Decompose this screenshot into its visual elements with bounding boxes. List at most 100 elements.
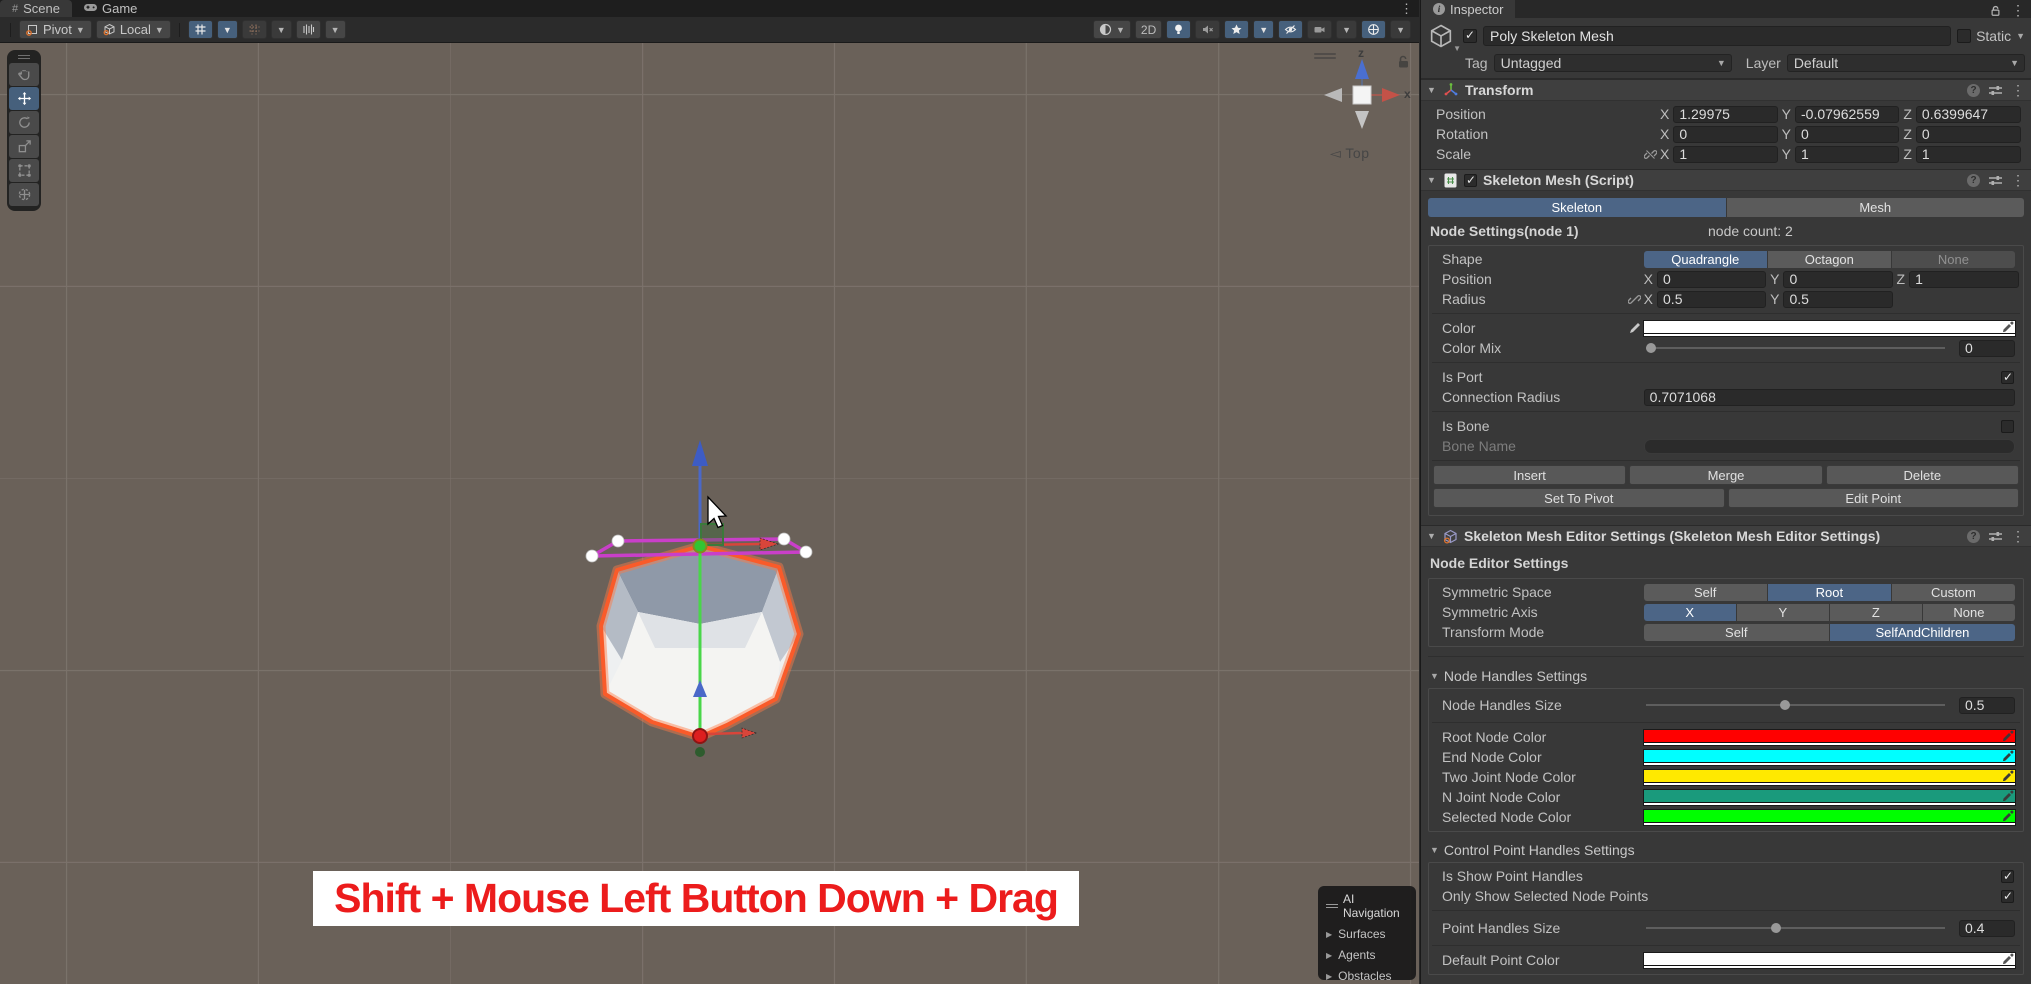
inspector-kebab-icon[interactable]: ⋮ <box>2011 2 2025 19</box>
layer-dropdown[interactable]: Default▼ <box>1787 54 2025 72</box>
editor-settings-header[interactable]: ▼ Skeleton Mesh Editor Settings (Skeleto… <box>1421 525 2031 547</box>
gameobject-active-checkbox[interactable] <box>1463 29 1477 43</box>
radius-y-field[interactable]: 0.5 <box>1783 291 1892 308</box>
node-position-x-field[interactable]: 0 <box>1657 271 1766 288</box>
grid-visibility-dropdown[interactable]: ▼ <box>271 20 292 39</box>
gizmo-view-label[interactable]: ◅ Top <box>1330 145 1370 162</box>
scale-y-field[interactable]: 1 <box>1795 146 1899 163</box>
help-icon[interactable]: ? <box>1967 530 1980 543</box>
static-checkbox[interactable] <box>1957 29 1971 43</box>
audio-toggle[interactable] <box>1195 20 1220 39</box>
tab-scene[interactable]: # Scene <box>0 0 72 17</box>
symmetric-axis-x-button[interactable]: X <box>1644 604 1736 621</box>
default-point-color-field[interactable] <box>1644 953 2015 968</box>
symmetric-axis-z-button[interactable]: Z <box>1830 604 1922 621</box>
eyedropper-icon[interactable] <box>2002 730 2014 743</box>
grid-snap-toggle[interactable] <box>188 20 213 39</box>
gameobject-name-field[interactable]: Poly Skeleton Mesh <box>1483 26 1951 46</box>
selected-node-color-field[interactable] <box>1644 810 2015 825</box>
help-icon[interactable]: ? <box>1967 84 1980 97</box>
is-bone-checkbox[interactable] <box>2001 420 2014 433</box>
symmetric-space-custom-button[interactable]: Custom <box>1892 584 2015 601</box>
gizmos-toggle[interactable] <box>1361 20 1386 39</box>
radius-x-field[interactable]: 0.5 <box>1657 291 1766 308</box>
eyedropper-icon[interactable] <box>2002 321 2014 334</box>
delete-button[interactable]: Delete <box>1826 465 2019 485</box>
effects-toggle[interactable] <box>1224 20 1249 39</box>
scale-tool-button[interactable] <box>9 135 39 158</box>
symmetric-space-root-button[interactable]: Root <box>1768 584 1891 601</box>
point-handles-size-slider[interactable] <box>1646 927 1945 929</box>
rotation-x-field[interactable]: 0 <box>1673 126 1777 143</box>
unlink-icon[interactable] <box>1644 148 1657 161</box>
scale-z-field[interactable]: 1 <box>1916 146 2021 163</box>
eyedropper-icon[interactable] <box>2002 770 2014 783</box>
gizmo-lock-icon[interactable] <box>1397 55 1410 69</box>
camera-settings-dropdown[interactable]: ▼ <box>1336 20 1357 39</box>
transform-mode-self-button[interactable]: Self <box>1644 624 1829 641</box>
root-node-color-field[interactable] <box>1644 730 2015 745</box>
scene-menu-kebab-icon[interactable]: ⋮ <box>1400 1 1413 17</box>
mesh-object[interactable] <box>430 430 870 775</box>
merge-button[interactable]: Merge <box>1629 465 1822 485</box>
rotation-y-field[interactable]: 0 <box>1795 126 1899 143</box>
tab-inspector[interactable]: i Inspector <box>1421 0 1515 18</box>
gizmos-dropdown[interactable]: ▼ <box>1390 20 1411 39</box>
handle-rotation-dropdown[interactable]: Local▼ <box>96 20 171 39</box>
scene-viewport[interactable]: z x ◅ Top <box>0 43 1419 984</box>
node-handles-settings-foldout[interactable]: ▼ Node Handles Settings <box>1426 666 2026 686</box>
node-color-field[interactable] <box>1644 321 2015 336</box>
only-show-selected-checkbox[interactable] <box>2001 890 2014 903</box>
static-dropdown-caret[interactable]: ▼ <box>2016 31 2025 41</box>
snap-increment-dropdown[interactable]: ▼ <box>325 20 346 39</box>
foldout-caret-icon[interactable]: ▼ <box>1427 175 1437 185</box>
transform-mode-selfandchildren-button[interactable]: SelfAndChildren <box>1830 624 2015 641</box>
presets-icon[interactable] <box>1989 85 2002 96</box>
2d-toggle[interactable]: 2D <box>1135 20 1162 39</box>
draw-mode-dropdown[interactable]: ▼ <box>1093 20 1131 39</box>
set-to-pivot-button[interactable]: Set To Pivot <box>1433 488 1725 508</box>
skeleton-tab[interactable]: Skeleton <box>1428 198 1726 217</box>
rect-tool-button[interactable] <box>9 159 39 182</box>
hand-tool-button[interactable] <box>9 63 39 86</box>
grid-snap-dropdown[interactable]: ▼ <box>217 20 238 39</box>
mesh-tab[interactable]: Mesh <box>1727 198 2025 217</box>
is-show-point-handles-checkbox[interactable] <box>2001 870 2014 883</box>
foldout-caret-icon[interactable]: ▼ <box>1427 531 1437 541</box>
tag-dropdown[interactable]: Untagged▼ <box>1494 54 1732 72</box>
pivot-mode-dropdown[interactable]: Pivot▼ <box>19 20 92 39</box>
lighting-toggle[interactable] <box>1166 20 1191 39</box>
symmetric-axis-none-button[interactable]: None <box>1923 604 2015 621</box>
eyedropper-icon[interactable] <box>2002 790 2014 803</box>
control-point-handles-settings-foldout[interactable]: ▼ Control Point Handles Settings <box>1426 840 2026 860</box>
color-mix-slider[interactable] <box>1646 347 1945 349</box>
tools-overlay-handle[interactable] <box>9 53 39 61</box>
kebab-icon[interactable]: ⋮ <box>2011 82 2025 99</box>
gameobject-icon[interactable]: ▼ <box>1427 22 1457 50</box>
node-handles-size-field[interactable]: 0.5 <box>1959 697 2015 714</box>
scene-visibility-toggle[interactable] <box>1278 20 1303 39</box>
component-enabled-checkbox[interactable] <box>1464 174 1477 187</box>
color-mix-value-field[interactable]: 0 <box>1959 340 2015 357</box>
edit-point-button[interactable]: Edit Point <box>1728 488 2020 508</box>
scale-x-field[interactable]: 1 <box>1673 146 1777 163</box>
ai-nav-overlay-handle[interactable] <box>1326 902 1338 910</box>
shape-octagon-button[interactable]: Octagon <box>1768 251 1891 268</box>
move-tool-button[interactable] <box>9 87 39 110</box>
symmetric-axis-y-button[interactable]: Y <box>1737 604 1829 621</box>
rotation-z-field[interactable]: 0 <box>1916 126 2021 143</box>
kebab-icon[interactable]: ⋮ <box>2011 172 2025 189</box>
transform-header[interactable]: ▼ Transform ? ⋮ <box>1421 79 2031 101</box>
tab-game[interactable]: Game <box>72 0 149 17</box>
ai-nav-surfaces[interactable]: ▶Surfaces <box>1326 927 1408 941</box>
lock-icon[interactable] <box>1990 5 2001 17</box>
effects-dropdown[interactable]: ▼ <box>1253 20 1274 39</box>
is-port-checkbox[interactable] <box>2001 371 2014 384</box>
kebab-icon[interactable]: ⋮ <box>2011 528 2025 545</box>
position-x-field[interactable]: 1.29975 <box>1673 106 1777 123</box>
point-handles-size-field[interactable]: 0.4 <box>1959 920 2015 937</box>
shape-quadrangle-button[interactable]: Quadrangle <box>1644 251 1767 268</box>
eyedropper-icon[interactable] <box>2002 953 2014 966</box>
presets-icon[interactable] <box>1989 531 2002 542</box>
n-joint-node-color-field[interactable] <box>1644 790 2015 805</box>
